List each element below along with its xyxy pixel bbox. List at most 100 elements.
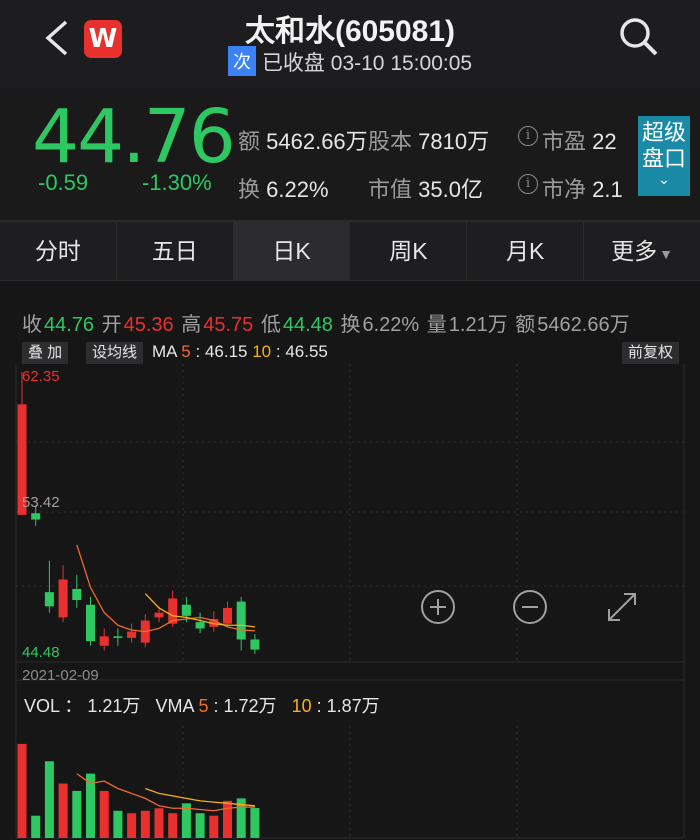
candle-body [72, 588, 82, 601]
volume-bar [44, 761, 54, 838]
amount-row-value: 5462.66万 [537, 314, 630, 336]
adjust-mode-button[interactable]: 前复权 [622, 342, 680, 364]
low-label: 低 [260, 314, 281, 336]
tab-more[interactable]: 更多 ▼ [584, 222, 700, 280]
pb-stat: 市净 2.1 [542, 172, 623, 204]
super-orderbook-button[interactable]: 超级 盘口 ⌄ [638, 116, 690, 196]
volume-bar [168, 813, 178, 838]
pb-value: 2.1 [592, 177, 623, 202]
candle-body [250, 639, 260, 650]
pe-label: 市盈 [542, 129, 587, 154]
candle-body [195, 622, 205, 629]
volume-bar [72, 790, 82, 838]
tab-intraday[interactable]: 分时 [0, 222, 117, 280]
vma-label: VMA [155, 696, 194, 716]
vma10-label: 10 [291, 696, 312, 716]
vma5-label: 5 [198, 696, 209, 716]
chevron-down-icon: ⌄ [658, 171, 670, 187]
share-capital-stat: 股本 7810万 [368, 124, 489, 156]
volume-bar [113, 810, 123, 838]
turnover-row-label: 换 [340, 314, 361, 336]
pe-stat: 市盈 22 [542, 124, 617, 156]
ma5-value: 46.15 [204, 342, 248, 361]
pb-info-icon[interactable]: i [518, 174, 538, 194]
price-change: -0.59 [38, 170, 89, 195]
stock-title: 太和水(605081) [244, 15, 456, 48]
candle-body [31, 513, 41, 520]
amount-row-label: 额 [515, 314, 536, 336]
volume-bar [209, 815, 219, 838]
candle-body [181, 604, 191, 616]
share-capital-value: 7810万 [418, 129, 490, 154]
high-label: 高 [181, 314, 202, 336]
candlestick-chart[interactable] [0, 364, 700, 840]
candle-body [127, 631, 137, 638]
super-orderbook-line2: 盘口 [641, 146, 686, 171]
search-icon[interactable] [616, 14, 660, 58]
zoom-in-icon[interactable] [420, 589, 456, 625]
market-status: 次已收盘 03-10 15:00:05 [0, 46, 700, 77]
set-ma-button[interactable]: 设均线 [86, 342, 144, 364]
zoom-out-icon[interactable] [512, 589, 548, 625]
next-day-badge: 次 [227, 46, 256, 76]
volume-bar [140, 810, 150, 838]
volume-bar [223, 800, 232, 838]
price-change-percent: -1.30% [142, 170, 212, 195]
volume-bar [250, 808, 260, 838]
candle-body [113, 636, 123, 638]
fullscreen-icon[interactable] [604, 589, 640, 625]
amount-stat: 额 5462.66万 [238, 124, 368, 156]
close-label: 收 [22, 314, 42, 336]
top-bar: W 太和水(605081) 次已收盘 03-10 15:00:05 [0, 0, 700, 88]
turnover-value: 6.22% [266, 177, 329, 202]
volume-bar [58, 783, 68, 838]
tab-daily-k[interactable]: 日K [233, 222, 351, 280]
candle-body [154, 612, 164, 618]
market-cap-label: 市值 [368, 177, 413, 202]
start-date-label: 2021-02-09 [22, 667, 99, 684]
candle-body [236, 601, 246, 640]
high-value: 45.75 [203, 314, 254, 336]
tab-monthly-k[interactable]: 月K [467, 222, 585, 280]
volume-bar [154, 808, 164, 838]
overlay-button[interactable]: 叠 加 [22, 342, 69, 364]
last-price: 44.76 [32, 94, 236, 180]
vol-value: 1.21万 [87, 696, 141, 716]
tab-five-day[interactable]: 五日 [117, 222, 234, 280]
amount-label: 额 [238, 129, 261, 154]
tab-weekly-k[interactable]: 周K [350, 222, 468, 280]
amount-value: 5462.66万 [266, 129, 368, 154]
ma-legend: MA 5 : 46.15 10 : 46.55 [152, 342, 328, 361]
turnover-row-value: 6.22% [362, 314, 420, 336]
open-label: 开 [101, 314, 122, 336]
super-orderbook-line1: 超级 [641, 120, 686, 145]
pe-value: 22 [592, 129, 617, 154]
tab-more-label: 更多 [611, 238, 658, 264]
candle-body [223, 607, 232, 624]
triangle-down-icon: ▼ [659, 246, 673, 262]
vol-label: VOL [24, 696, 60, 716]
market-status-text: 已收盘 03-10 15:00:05 [261, 52, 473, 75]
volume-bar [127, 813, 137, 838]
ma-label: MA [152, 342, 177, 361]
ma10-label: 10 [252, 342, 272, 361]
volume-bar [31, 815, 41, 838]
turnover-stat: 换 6.22% [238, 172, 329, 204]
volume-row-label: 量 [426, 314, 447, 336]
candle-body [99, 636, 109, 646]
market-cap-value: 35.0亿 [418, 177, 483, 202]
volume-bar [99, 790, 109, 838]
volume-legend: VOL ： 1.21万 VMA 5 : 1.72万 10 : 1.87万 [24, 696, 380, 716]
ma10-value: 46.55 [285, 342, 328, 361]
pe-info-icon[interactable]: i [518, 126, 538, 146]
close-value: 44.76 [44, 314, 95, 336]
vma5-value: 1.72万 [223, 696, 277, 716]
ma5-label: 5 [181, 342, 191, 361]
share-capital-label: 股本 [368, 129, 413, 154]
low-value: 44.48 [282, 314, 333, 336]
candle-body [44, 592, 54, 607]
axis-low-label: 44.48 [22, 644, 60, 661]
volume-bar [17, 743, 27, 838]
chart-frame [15, 364, 685, 839]
ohlc-summary: 收 44.76 开 45.36 高 45.75 低 44.48 换 6.22% 量 1.21… [22, 308, 632, 337]
